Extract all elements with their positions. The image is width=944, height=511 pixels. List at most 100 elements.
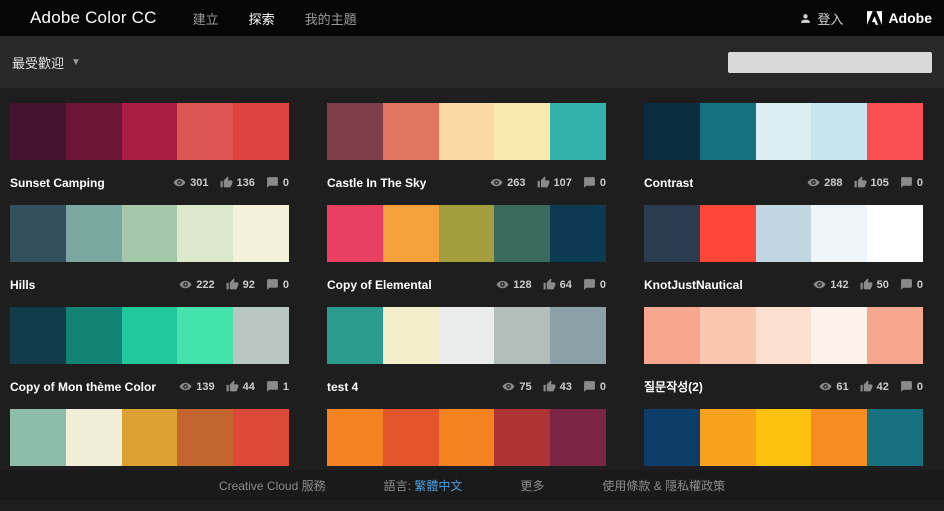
- color-swatch[interactable]: [550, 103, 606, 160]
- color-swatch[interactable]: [233, 205, 289, 262]
- color-swatch[interactable]: [439, 205, 495, 262]
- comments-stat[interactable]: 0: [266, 278, 289, 291]
- palette-card[interactable]: Copy of Elemental 128 64 0: [327, 205, 606, 307]
- search-input[interactable]: [728, 52, 932, 73]
- color-swatch[interactable]: [700, 205, 756, 262]
- color-swatch[interactable]: [233, 103, 289, 160]
- color-swatch[interactable]: [439, 307, 495, 364]
- color-swatch[interactable]: [494, 307, 550, 364]
- nav-my-themes[interactable]: 我的主題: [305, 9, 357, 28]
- nav-create[interactable]: 建立: [193, 9, 219, 28]
- color-swatch[interactable]: [122, 103, 178, 160]
- palette-card[interactable]: 질문작성(2) 61 42 0: [644, 307, 923, 409]
- footer-more-link[interactable]: 更多: [520, 477, 544, 494]
- color-swatch[interactable]: [233, 307, 289, 364]
- color-swatch[interactable]: [867, 307, 923, 364]
- likes-stat[interactable]: 50: [860, 278, 889, 291]
- color-swatch[interactable]: [383, 409, 439, 466]
- color-swatch[interactable]: [644, 307, 700, 364]
- color-swatch[interactable]: [756, 409, 812, 466]
- color-swatch[interactable]: [177, 205, 233, 262]
- color-swatch[interactable]: [756, 205, 812, 262]
- comments-stat[interactable]: 0: [900, 278, 923, 291]
- color-swatch[interactable]: [327, 307, 383, 364]
- color-swatch[interactable]: [644, 103, 700, 160]
- color-swatch[interactable]: [233, 409, 289, 466]
- color-swatch[interactable]: [327, 103, 383, 160]
- color-swatch[interactable]: [66, 205, 122, 262]
- comments-stat[interactable]: 0: [900, 176, 923, 189]
- color-swatch[interactable]: [383, 307, 439, 364]
- footer-privacy-link[interactable]: 隱私權政策: [665, 479, 725, 493]
- color-swatch[interactable]: [550, 409, 606, 466]
- palette-title: Copy of Elemental: [327, 278, 432, 292]
- color-swatch[interactable]: [66, 103, 122, 160]
- likes-stat[interactable]: 44: [226, 380, 255, 393]
- color-swatch[interactable]: [327, 409, 383, 466]
- comments-stat[interactable]: 0: [583, 176, 606, 189]
- palette-card[interactable]: KnotJustNautical 142 50 0: [644, 205, 923, 307]
- color-swatch[interactable]: [66, 307, 122, 364]
- color-swatch[interactable]: [811, 205, 867, 262]
- color-swatch[interactable]: [439, 409, 495, 466]
- likes-stat[interactable]: 92: [226, 278, 255, 291]
- color-swatch[interactable]: [122, 307, 178, 364]
- comments-stat[interactable]: 0: [583, 278, 606, 291]
- color-swatch[interactable]: [383, 103, 439, 160]
- adobe-logo[interactable]: Adobe: [867, 10, 932, 26]
- color-swatch[interactable]: [66, 409, 122, 466]
- footer-services-link[interactable]: Creative Cloud 服務: [219, 477, 326, 494]
- color-swatch[interactable]: [644, 205, 700, 262]
- color-swatch[interactable]: [122, 205, 178, 262]
- likes-stat[interactable]: 64: [543, 278, 572, 291]
- likes-stat[interactable]: 105: [854, 176, 889, 189]
- palette-card[interactable]: Castle In The Sky 263 107 0: [327, 103, 606, 205]
- footer-terms-link[interactable]: 使用條款: [602, 479, 650, 493]
- color-swatch[interactable]: [700, 103, 756, 160]
- color-swatch[interactable]: [811, 103, 867, 160]
- color-swatch[interactable]: [10, 409, 66, 466]
- palette-card[interactable]: Sunset Camping 301 136 0: [10, 103, 289, 205]
- color-swatch[interactable]: [700, 307, 756, 364]
- comments-stat[interactable]: 0: [266, 176, 289, 189]
- color-swatch[interactable]: [867, 103, 923, 160]
- color-swatch[interactable]: [644, 409, 700, 466]
- likes-stat[interactable]: 42: [860, 380, 889, 393]
- color-swatch[interactable]: [177, 409, 233, 466]
- sort-dropdown[interactable]: 最受歡迎 ▼: [12, 53, 81, 72]
- color-swatch[interactable]: [383, 205, 439, 262]
- footer-language-link[interactable]: 繁體中文: [414, 479, 462, 493]
- color-swatch[interactable]: [177, 103, 233, 160]
- comments-stat[interactable]: 0: [583, 380, 606, 393]
- color-swatch[interactable]: [494, 103, 550, 160]
- palette-card[interactable]: Contrast 288 105 0: [644, 103, 923, 205]
- color-swatch[interactable]: [550, 205, 606, 262]
- color-swatch[interactable]: [494, 205, 550, 262]
- nav-explore[interactable]: 探索: [249, 9, 275, 28]
- color-swatch[interactable]: [811, 409, 867, 466]
- likes-stat[interactable]: 43: [543, 380, 572, 393]
- color-swatch[interactable]: [756, 103, 812, 160]
- color-swatch[interactable]: [439, 103, 495, 160]
- color-swatch[interactable]: [867, 205, 923, 262]
- palette-card[interactable]: Hills 222 92 0: [10, 205, 289, 307]
- likes-stat[interactable]: 107: [537, 176, 572, 189]
- color-swatch[interactable]: [756, 307, 812, 364]
- palette-card[interactable]: Copy of Mon thème Color 139 44 1: [10, 307, 289, 409]
- comments-stat[interactable]: 1: [266, 380, 289, 393]
- color-swatch[interactable]: [10, 307, 66, 364]
- color-swatch[interactable]: [327, 205, 383, 262]
- sign-in-button[interactable]: 登入: [799, 9, 843, 28]
- color-swatch[interactable]: [10, 103, 66, 160]
- color-swatch[interactable]: [177, 307, 233, 364]
- color-swatch[interactable]: [867, 409, 923, 466]
- color-swatch[interactable]: [550, 307, 606, 364]
- color-swatch[interactable]: [811, 307, 867, 364]
- comments-stat[interactable]: 0: [900, 380, 923, 393]
- color-swatch[interactable]: [122, 409, 178, 466]
- likes-stat[interactable]: 136: [220, 176, 255, 189]
- palette-card[interactable]: test 4 75 43 0: [327, 307, 606, 409]
- color-swatch[interactable]: [700, 409, 756, 466]
- color-swatch[interactable]: [10, 205, 66, 262]
- color-swatch[interactable]: [494, 409, 550, 466]
